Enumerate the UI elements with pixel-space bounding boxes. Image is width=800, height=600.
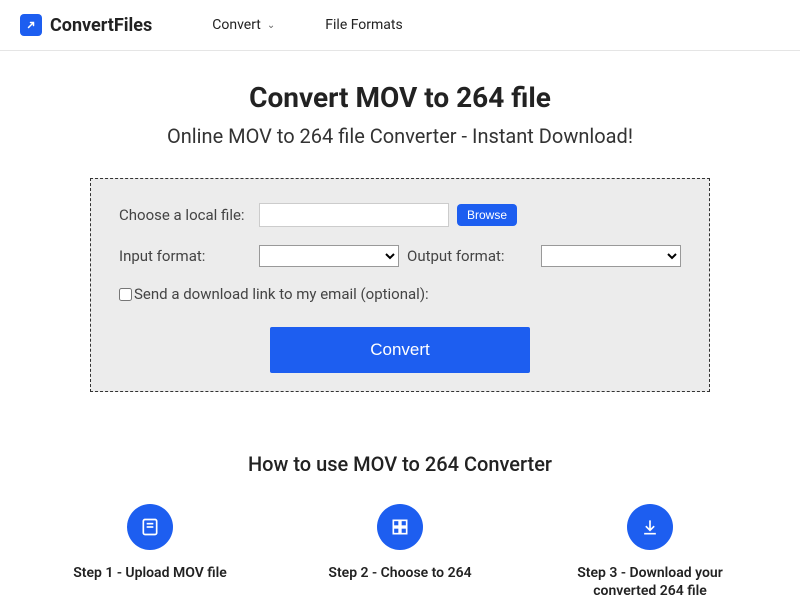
- nav-file-formats[interactable]: File Formats: [325, 17, 402, 33]
- file-row: Choose a local file: Browse: [119, 203, 681, 227]
- step-2-label: Step 2 - Choose to 264: [320, 564, 480, 582]
- choose-file-label: Choose a local file:: [119, 206, 259, 224]
- step-3: Step 3 - Download your converted 264 fil…: [570, 504, 730, 600]
- header: ConvertFiles Convert ⌄ File Formats: [0, 0, 800, 51]
- email-row: Send a download link to my email (option…: [119, 285, 681, 303]
- page-subtitle: Online MOV to 264 file Converter - Insta…: [20, 124, 780, 148]
- browse-button[interactable]: Browse: [457, 204, 517, 226]
- step-1: Step 1 - Upload MOV file: [70, 504, 230, 600]
- upload-icon: [127, 504, 173, 550]
- output-format-label: Output format:: [407, 247, 505, 265]
- download-icon: [627, 504, 673, 550]
- step-2: Step 2 - Choose to 264: [320, 504, 480, 600]
- nav-convert-label: Convert: [212, 17, 261, 33]
- file-path-input[interactable]: [259, 203, 449, 227]
- steps-row: Step 1 - Upload MOV file Step 2 - Choose…: [20, 504, 780, 600]
- email-checkbox[interactable]: [119, 288, 132, 301]
- converter-panel: Choose a local file: Browse Input format…: [90, 178, 710, 392]
- input-format-label: Input format:: [119, 247, 259, 265]
- nav-convert[interactable]: Convert ⌄: [212, 17, 275, 33]
- brand-name[interactable]: ConvertFiles: [50, 15, 152, 36]
- grid-icon: [377, 504, 423, 550]
- output-format-select[interactable]: [541, 245, 681, 267]
- input-format-select[interactable]: [259, 245, 399, 267]
- email-checkbox-label: Send a download link to my email (option…: [134, 285, 429, 303]
- howto-title: How to use MOV to 264 Converter: [20, 452, 780, 476]
- format-row: Input format: Output format:: [119, 245, 681, 267]
- main-content: Convert MOV to 264 file Online MOV to 26…: [0, 51, 800, 600]
- step-3-label: Step 3 - Download your converted 264 fil…: [570, 564, 730, 600]
- step-1-label: Step 1 - Upload MOV file: [70, 564, 230, 582]
- convert-button[interactable]: Convert: [270, 327, 530, 373]
- chevron-down-icon: ⌄: [267, 20, 275, 31]
- page-title: Convert MOV to 264 file: [20, 81, 780, 114]
- logo-icon: [20, 14, 42, 36]
